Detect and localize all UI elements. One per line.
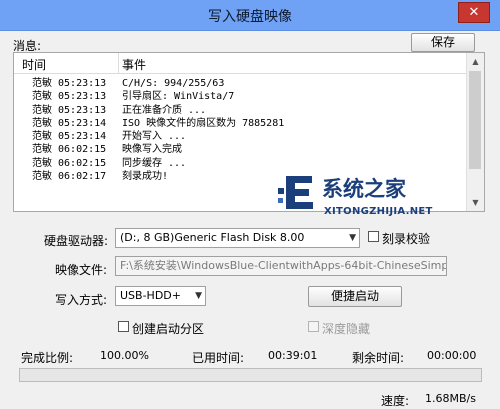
done-ratio-label: 完成比例: xyxy=(21,351,74,365)
write-method-label: 写入方式: xyxy=(55,293,108,307)
elapsed-time-label: 已用时间: xyxy=(192,351,245,365)
log-time: 范敏 05:23:13 xyxy=(32,78,107,89)
close-button[interactable]: ✕ xyxy=(458,2,490,23)
create-partition-checkbox[interactable] xyxy=(118,321,129,332)
disk-drive-label: 硬盘驱动器: xyxy=(44,234,109,248)
log-event: 引导扇区: WinVista/7 xyxy=(122,91,235,103)
column-separator xyxy=(118,53,119,73)
remaining-time-label: 剩余时间: xyxy=(352,351,405,365)
watermark-url: XITONGZHIJIA.NET xyxy=(324,206,433,217)
log-row[interactable]: 范敏 05:23:13 正在准备介质 ... xyxy=(14,104,466,117)
write-method-select[interactable]: USB-HDD+ ▼ xyxy=(115,286,206,306)
scroll-thumb[interactable] xyxy=(469,71,481,169)
message-log[interactable]: 时间 事件 范敏 05:23:13 C/H/S: 994/255/63 范敏 05… xyxy=(13,52,485,217)
progress-bar xyxy=(19,368,482,382)
done-ratio-value: 100.00% xyxy=(100,349,149,362)
log-time: 范敏 05:23:13 xyxy=(32,104,107,116)
save-button[interactable]: 保存 xyxy=(411,33,475,52)
log-time: 范敏 05:23:14 xyxy=(32,117,107,129)
verify-checkbox[interactable] xyxy=(368,231,379,242)
log-time: 范敏 06:02:15 xyxy=(32,157,107,169)
window-title: 写入硬盘映像 xyxy=(208,9,292,25)
chevron-down-icon: ▼ xyxy=(195,291,202,301)
log-event: 映像写入完成 xyxy=(122,144,182,156)
log-time: 范敏 06:02:15 xyxy=(32,144,107,156)
create-partition-label: 创建启动分区 xyxy=(132,322,205,336)
log-time: 范敏 05:23:14 xyxy=(32,131,107,143)
write-method-value: USB-HDD+ xyxy=(120,289,181,302)
watermark-e-icon xyxy=(278,176,313,209)
column-header-time[interactable]: 时间 xyxy=(22,56,46,73)
quick-boot-button[interactable]: 便捷启动 xyxy=(308,286,402,307)
deep-hide-checkbox xyxy=(308,321,319,332)
close-icon: ✕ xyxy=(468,5,480,20)
watermark-text: 系统之家 xyxy=(322,177,406,201)
log-event: 开始写入 ... xyxy=(122,131,187,143)
log-row[interactable]: 范敏 05:23:13 引导扇区: WinVista/7 xyxy=(14,90,466,103)
elapsed-time-value: 00:39:01 xyxy=(268,349,318,362)
column-header-event[interactable]: 事件 xyxy=(122,56,146,73)
disk-drive-value: (D:, 8 GB)Generic Flash Disk 8.00 xyxy=(120,231,305,244)
log-event: 同步缓存 ... xyxy=(122,157,187,169)
log-header: 时间 事件 xyxy=(14,53,466,74)
speed-value: 1.68MB/s xyxy=(425,392,476,405)
speed-label: 速度: xyxy=(381,394,410,408)
image-file-label: 映像文件: xyxy=(55,263,108,277)
remaining-time-value: 00:00:00 xyxy=(427,349,477,362)
image-file-field[interactable]: F:\系统安装\WindowsBlue-ClientwithApps-64bit… xyxy=(115,256,447,276)
log-event: 刻录成功! xyxy=(122,171,169,183)
chevron-down-icon: ▼ xyxy=(349,233,356,243)
log-rows: 范敏 05:23:13 C/H/S: 994/255/63 范敏 05:23:13… xyxy=(14,77,466,183)
disk-drive-select[interactable]: (D:, 8 GB)Generic Flash Disk 8.00 ▼ xyxy=(115,228,360,248)
log-row[interactable]: 范敏 05:23:13 C/H/S: 994/255/63 xyxy=(14,77,466,90)
log-event: ISO 映像文件的扇区数为 7885281 xyxy=(122,117,285,129)
watermark-logo: 系统之家 XITONGZHIJIA.NET xyxy=(276,170,476,230)
log-event: C/H/S: 994/255/63 xyxy=(122,78,225,89)
log-row[interactable]: 范敏 06:02:15 同步缓存 ... xyxy=(14,157,466,170)
title-bar: 写入硬盘映像 ✕ xyxy=(0,0,500,31)
scroll-up-arrow-icon[interactable]: ▲ xyxy=(467,53,484,70)
log-row[interactable]: 范敏 05:23:14 ISO 映像文件的扇区数为 7885281 xyxy=(14,117,466,130)
log-time: 范敏 06:02:17 xyxy=(32,171,107,183)
deep-hide-label: 深度隐藏 xyxy=(322,322,371,336)
log-row[interactable]: 范敏 05:23:14 开始写入 ... xyxy=(14,130,466,143)
log-row[interactable]: 范敏 06:02:15 映像写入完成 xyxy=(14,143,466,156)
verify-label: 刻录校验 xyxy=(382,232,431,246)
log-event: 正在准备介质 ... xyxy=(122,104,207,116)
log-time: 范敏 05:23:13 xyxy=(32,91,107,103)
